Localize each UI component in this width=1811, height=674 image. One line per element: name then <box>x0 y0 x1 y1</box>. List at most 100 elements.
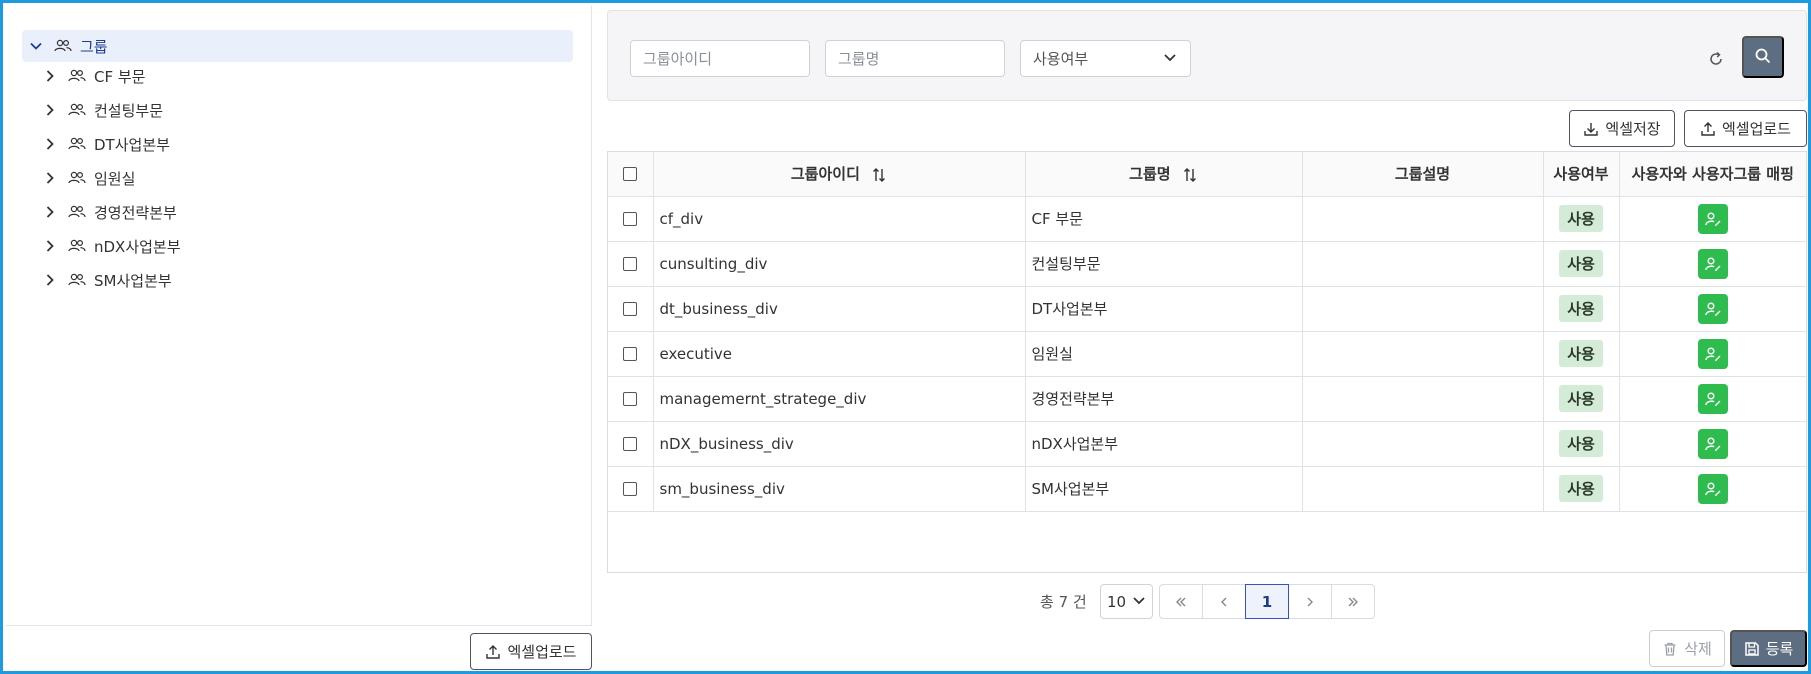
register-button[interactable]: 등록 <box>1730 630 1807 667</box>
cell-use-status: 사용 <box>1543 376 1620 422</box>
sort-icon[interactable] <box>1182 167 1198 183</box>
tree-root-group[interactable]: 그룹 <box>22 30 573 62</box>
user-mapping-button[interactable] <box>1697 293 1728 324</box>
tree-item-cf[interactable]: CF 부문 <box>36 60 587 92</box>
col-header-group-id[interactable]: 그룹아이디 <box>653 152 1026 197</box>
row-checkbox[interactable] <box>623 392 638 406</box>
tree-item-label: CF 부문 <box>94 67 146 86</box>
excel-save-button[interactable]: 엑셀저장 <box>1569 110 1675 147</box>
page-size-select[interactable]: 10 <box>1100 584 1153 619</box>
search-button[interactable] <box>1742 36 1784 78</box>
use-status-select[interactable]: 사용여부 <box>1020 40 1191 77</box>
group-tree-panel: 그룹 CF 부문 컨설팅부문 DT사업본부 임원실 경영전략본부 nDX사업본부… <box>6 6 592 626</box>
user-mapping-button[interactable] <box>1697 473 1728 504</box>
sort-icon[interactable] <box>871 167 887 183</box>
tree-item-ndx[interactable]: nDX사업본부 <box>36 230 587 262</box>
refresh-icon[interactable] <box>1706 49 1726 69</box>
table-row[interactable]: managemernt_stratege_div 경영전략본부 사용 <box>608 376 1806 422</box>
cell-use-status: 사용 <box>1543 331 1620 377</box>
tree-item-consulting[interactable]: 컨설팅부문 <box>36 94 587 126</box>
table-row[interactable]: cunsulting_div 컨설팅부문 사용 <box>608 241 1806 287</box>
cell-group-desc <box>1302 466 1544 512</box>
last-page-button[interactable] <box>1331 584 1375 619</box>
table-row[interactable]: executive 임원실 사용 <box>608 331 1806 377</box>
row-select-cell[interactable] <box>608 286 654 332</box>
status-badge: 사용 <box>1559 250 1603 277</box>
tree-excel-upload-button[interactable]: 엑셀업로드 <box>470 633 592 670</box>
users-icon <box>68 239 86 253</box>
row-checkbox[interactable] <box>623 302 638 316</box>
chevron-down-icon[interactable] <box>22 39 50 53</box>
app-frame: 그룹 CF 부문 컨설팅부문 DT사업본부 임원실 경영전략본부 nDX사업본부… <box>0 0 1811 674</box>
col-header-group-name[interactable]: 그룹명 <box>1025 152 1303 197</box>
row-select-cell[interactable] <box>608 241 654 287</box>
cell-use-status: 사용 <box>1543 421 1620 467</box>
cell-group-name: 컨설팅부문 <box>1025 241 1303 287</box>
tree-item-executive[interactable]: 임원실 <box>36 162 587 194</box>
cell-group-id: executive <box>653 331 1026 377</box>
double-chevron-right-icon <box>1348 597 1358 606</box>
register-label: 등록 <box>1765 641 1794 658</box>
download-icon <box>1583 121 1599 137</box>
col-header-label: 그룹아이디 <box>790 165 860 184</box>
row-select-cell[interactable] <box>608 376 654 422</box>
row-select-cell[interactable] <box>608 466 654 512</box>
col-header-mapping: 사용자와 사용자그룹 매핑 <box>1619 152 1806 197</box>
col-header-group-desc: 그룹설명 <box>1302 152 1544 197</box>
table-row[interactable]: cf_div CF 부문 사용 <box>608 196 1806 242</box>
chevron-right-icon[interactable] <box>36 205 64 219</box>
tree-item-strategy[interactable]: 경영전략본부 <box>36 196 587 228</box>
cell-group-name: DT사업본부 <box>1025 286 1303 332</box>
cell-group-name: CF 부문 <box>1025 196 1303 242</box>
cell-group-desc <box>1302 376 1544 422</box>
cell-use-status: 사용 <box>1543 286 1620 332</box>
row-select-cell[interactable] <box>608 196 654 242</box>
chevron-right-icon[interactable] <box>36 239 64 253</box>
chevron-right-icon[interactable] <box>36 137 64 151</box>
chevron-right-icon[interactable] <box>36 69 64 83</box>
tree-item-sm[interactable]: SM사업본부 <box>36 264 587 296</box>
next-page-button[interactable] <box>1288 584 1332 619</box>
user-mapping-button[interactable] <box>1697 248 1728 279</box>
chevron-down-icon <box>1132 593 1146 611</box>
table-row[interactable]: sm_business_div SM사업본부 사용 <box>608 466 1806 512</box>
status-badge: 사용 <box>1559 475 1603 502</box>
tree-item-dt[interactable]: DT사업본부 <box>36 128 587 160</box>
table-row[interactable]: nDX_business_div nDX사업본부 사용 <box>608 421 1806 467</box>
user-mapping-button[interactable] <box>1697 428 1728 459</box>
row-checkbox[interactable] <box>623 212 638 226</box>
users-icon <box>68 205 86 219</box>
cell-use-status: 사용 <box>1543 466 1620 512</box>
row-select-cell[interactable] <box>608 421 654 467</box>
user-mapping-button[interactable] <box>1697 383 1728 414</box>
table-row[interactable]: dt_business_div DT사업본부 사용 <box>608 286 1806 332</box>
user-mapping-button[interactable] <box>1697 338 1728 369</box>
row-checkbox[interactable] <box>623 482 638 496</box>
row-checkbox[interactable] <box>623 437 638 451</box>
first-page-button[interactable] <box>1159 584 1203 619</box>
status-badge: 사용 <box>1559 340 1603 367</box>
row-checkbox[interactable] <box>623 257 638 271</box>
excel-upload-button[interactable]: 엑셀업로드 <box>1684 110 1807 147</box>
prev-page-button[interactable] <box>1202 584 1246 619</box>
cell-mapping <box>1619 286 1806 332</box>
chevron-right-icon[interactable] <box>36 273 64 287</box>
chevron-right-icon[interactable] <box>36 103 64 117</box>
tree-item-label: 경영전략본부 <box>94 203 177 222</box>
select-all-checkbox[interactable] <box>623 167 638 182</box>
cell-use-status: 사용 <box>1543 241 1620 287</box>
select-all-cell[interactable] <box>608 152 654 197</box>
cell-group-name: 경영전략본부 <box>1025 376 1303 422</box>
group-name-input[interactable] <box>825 40 1005 77</box>
user-mapping-button[interactable] <box>1697 203 1728 234</box>
row-select-cell[interactable] <box>608 331 654 377</box>
row-checkbox[interactable] <box>623 347 638 361</box>
chevron-right-icon[interactable] <box>36 171 64 185</box>
delete-button[interactable]: 삭제 <box>1649 630 1725 667</box>
page-1-button[interactable]: 1 <box>1245 584 1289 619</box>
tree-item-label: nDX사업본부 <box>94 237 181 256</box>
cell-mapping <box>1619 421 1806 467</box>
group-id-input[interactable] <box>630 40 810 77</box>
chevron-right-icon <box>1307 597 1313 606</box>
excel-save-label: 엑셀저장 <box>1605 121 1661 138</box>
